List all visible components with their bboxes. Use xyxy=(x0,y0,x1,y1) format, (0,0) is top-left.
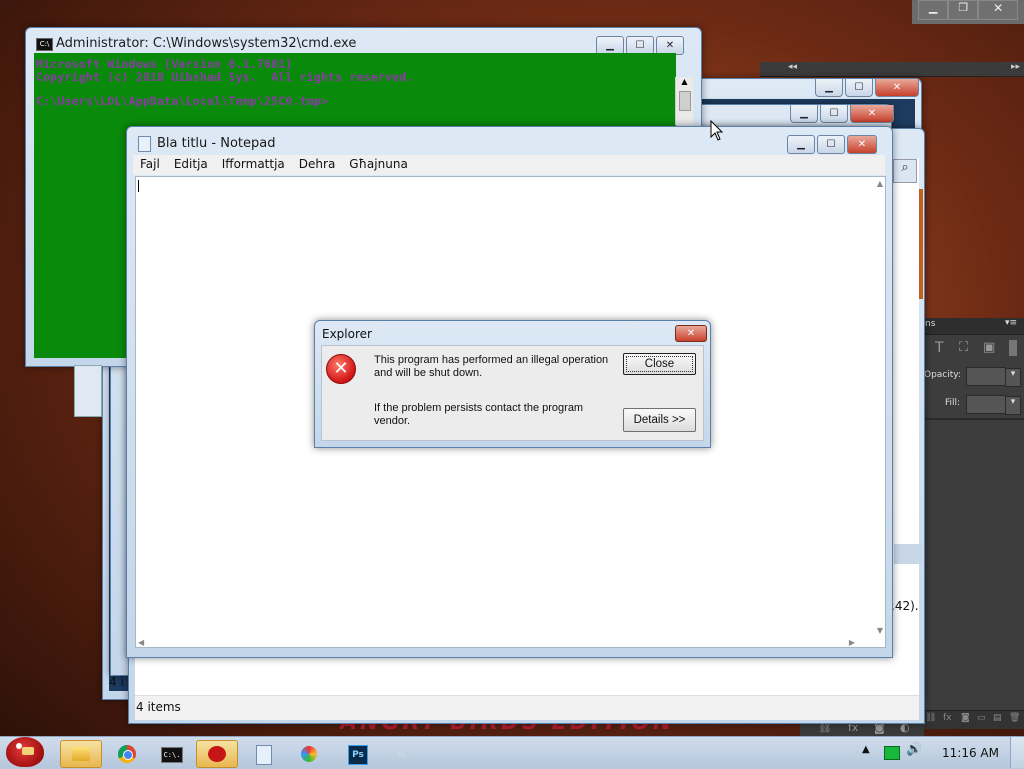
fx-icon[interactable]: fx xyxy=(943,713,952,723)
angry-birds-app-icon[interactable] xyxy=(196,740,238,768)
notepad-menubar: Fajl Editja Ifformattja Dehra Għajnuna xyxy=(133,155,885,175)
show-hidden-icons-icon[interactable]: ▲ xyxy=(862,744,870,755)
notepad-title: Bla titlu - Notepad xyxy=(157,136,276,151)
text-caret xyxy=(138,180,139,192)
maximize-icon[interactable]: ☐ xyxy=(820,105,848,123)
hint-line1: If the problem persists contact the prog… xyxy=(374,402,584,414)
console-line: Microsoft Windows [Version 6.1.7601] xyxy=(36,57,293,71)
menu-help[interactable]: Għajnuna xyxy=(342,155,415,175)
fill-dropdown-icon[interactable]: ▾ xyxy=(1005,396,1021,415)
dialog-body: ✕ This program has performed an illegal … xyxy=(321,345,704,441)
fill-label: Fill: xyxy=(945,398,961,408)
dialog-title: Explorer xyxy=(322,327,372,341)
network-icon[interactable] xyxy=(884,746,900,760)
scroll-right-icon[interactable]: ▶ xyxy=(849,638,855,647)
opacity-label: Opacity: xyxy=(924,370,961,380)
menu-format[interactable]: Ifformattja xyxy=(215,155,292,175)
close-icon[interactable]: ✕ xyxy=(875,79,919,97)
dark-panel-strip: ◂◂ ▸▸ xyxy=(760,62,1024,77)
menu-file[interactable]: Fajl xyxy=(133,155,167,175)
middle-window-caption-buttons: ▁ ☐ ✕ xyxy=(790,105,894,123)
error-message-line2: and will be shut down. xyxy=(374,367,483,379)
chrome-icon[interactable] xyxy=(106,740,148,768)
minimize-icon[interactable]: ▁ xyxy=(918,0,949,20)
type-filter-icon[interactable]: T xyxy=(935,340,944,356)
details-button[interactable]: Details >> xyxy=(623,408,696,432)
photoshop-icon[interactable]: Ps xyxy=(336,740,378,768)
back-window-caption-buttons: ▁ ☐ ✕ xyxy=(815,79,919,97)
cmd-scrollbar[interactable]: ▲ xyxy=(675,77,693,125)
photoshop-layers-panel: ns ▾≡ T ⛶ ▣ Opacity: ▾ Fill: ▾ ⛓ fx ◙ ▭ … xyxy=(920,318,1024,729)
blank-icon[interactable] xyxy=(380,740,422,768)
scroll-left-icon[interactable]: ◀ xyxy=(138,638,144,647)
dialog-close-icon[interactable]: ✕ xyxy=(675,325,707,342)
expand-right-icon[interactable]: ▸▸ xyxy=(1011,62,1020,72)
error-dialog: Explorer ✕ ✕ This program has performed … xyxy=(314,320,711,448)
collapse-left-icon[interactable]: ◂◂ xyxy=(788,62,797,72)
taskbar: C:\. Ps ▲ 🔊 11:16 AM xyxy=(0,736,1024,769)
smart-filter-icon[interactable]: ▣ xyxy=(983,340,995,355)
folder-icon[interactable]: ▭ xyxy=(977,713,986,723)
trash-icon[interactable]: 🗑 xyxy=(1009,713,1020,723)
desktop-window-strip: ▁ ❐ ✕ xyxy=(912,0,1024,24)
show-desktop-button[interactable] xyxy=(1010,737,1024,768)
scroll-up-icon[interactable]: ▲ xyxy=(877,179,883,188)
cut-status-text: 4 i xyxy=(109,675,124,689)
error-icon: ✕ xyxy=(326,354,356,384)
cmd-window-edge xyxy=(74,365,102,417)
mask-icon[interactable]: ◙ xyxy=(961,713,970,723)
thumbnail-strip xyxy=(919,189,923,299)
scroll-down-icon[interactable]: ▼ xyxy=(877,626,883,635)
maximize-icon[interactable]: ☐ xyxy=(817,135,845,154)
panel-menu-icon[interactable]: ▾≡ xyxy=(1005,318,1017,328)
close-icon[interactable]: ✕ xyxy=(850,105,894,123)
maximize-icon[interactable]: ☐ xyxy=(845,79,873,97)
scroll-thumb[interactable] xyxy=(679,91,691,111)
cmd-title: Administrator: C:\Windows\system32\cmd.e… xyxy=(56,36,357,51)
mouse-cursor xyxy=(710,119,724,145)
close-icon[interactable]: ✕ xyxy=(847,135,877,154)
link-layers-icon[interactable]: ⛓ xyxy=(925,713,936,723)
shape-filter-icon[interactable]: ⛶ xyxy=(959,340,968,355)
console-prompt: C:\Users\LOL\AppData\Local\Temp\25C0.tmp… xyxy=(36,94,329,108)
menu-view[interactable]: Dehra xyxy=(292,155,343,175)
opacity-field[interactable] xyxy=(966,367,1006,386)
volume-icon[interactable]: 🔊 xyxy=(906,742,922,757)
minimize-icon[interactable]: ▁ xyxy=(787,135,815,154)
scroll-up-icon[interactable]: ▲ xyxy=(677,77,692,89)
new-layer-icon[interactable]: ▤ xyxy=(993,713,1002,723)
angry-birds-icon[interactable] xyxy=(2,733,48,769)
close-button[interactable]: Close xyxy=(623,353,696,375)
console-line: Copyright (c) 2018 Uibshad Sys. All righ… xyxy=(36,70,414,84)
minimize-icon[interactable]: ▁ xyxy=(790,105,818,123)
status-items-count: 4 items xyxy=(136,700,181,714)
notepad-caption-buttons: ▁ ☐ ✕ xyxy=(787,135,877,154)
cmd-icon[interactable]: C:\. xyxy=(150,740,192,768)
error-message-line1: This program has performed an illegal op… xyxy=(374,354,609,366)
notepad-app-icon xyxy=(138,136,151,152)
close-icon[interactable]: ✕ xyxy=(978,0,1018,20)
selected-row-fragment xyxy=(894,544,922,564)
search-icon[interactable]: ⌕ xyxy=(893,159,917,183)
filter-toggle[interactable] xyxy=(1009,340,1017,356)
notepad-icon[interactable] xyxy=(242,740,284,768)
cmd-app-icon: C:\ xyxy=(36,38,53,51)
fill-field[interactable] xyxy=(966,395,1006,414)
panel-tab-fragment[interactable]: ns xyxy=(925,319,935,329)
restore-icon[interactable]: ❐ xyxy=(948,0,979,20)
clock[interactable]: 11:16 AM xyxy=(942,746,999,760)
menu-edit[interactable]: Editja xyxy=(167,155,215,175)
minimize-icon[interactable]: ▁ xyxy=(815,79,843,97)
hint-line2: vendor. xyxy=(374,415,411,427)
opacity-dropdown-icon[interactable]: ▾ xyxy=(1005,368,1021,387)
paint-icon[interactable] xyxy=(288,740,330,768)
cut-text: .42). xyxy=(891,599,919,613)
status-bar: 4 items xyxy=(135,695,919,720)
explorer-icon[interactable] xyxy=(60,740,102,768)
